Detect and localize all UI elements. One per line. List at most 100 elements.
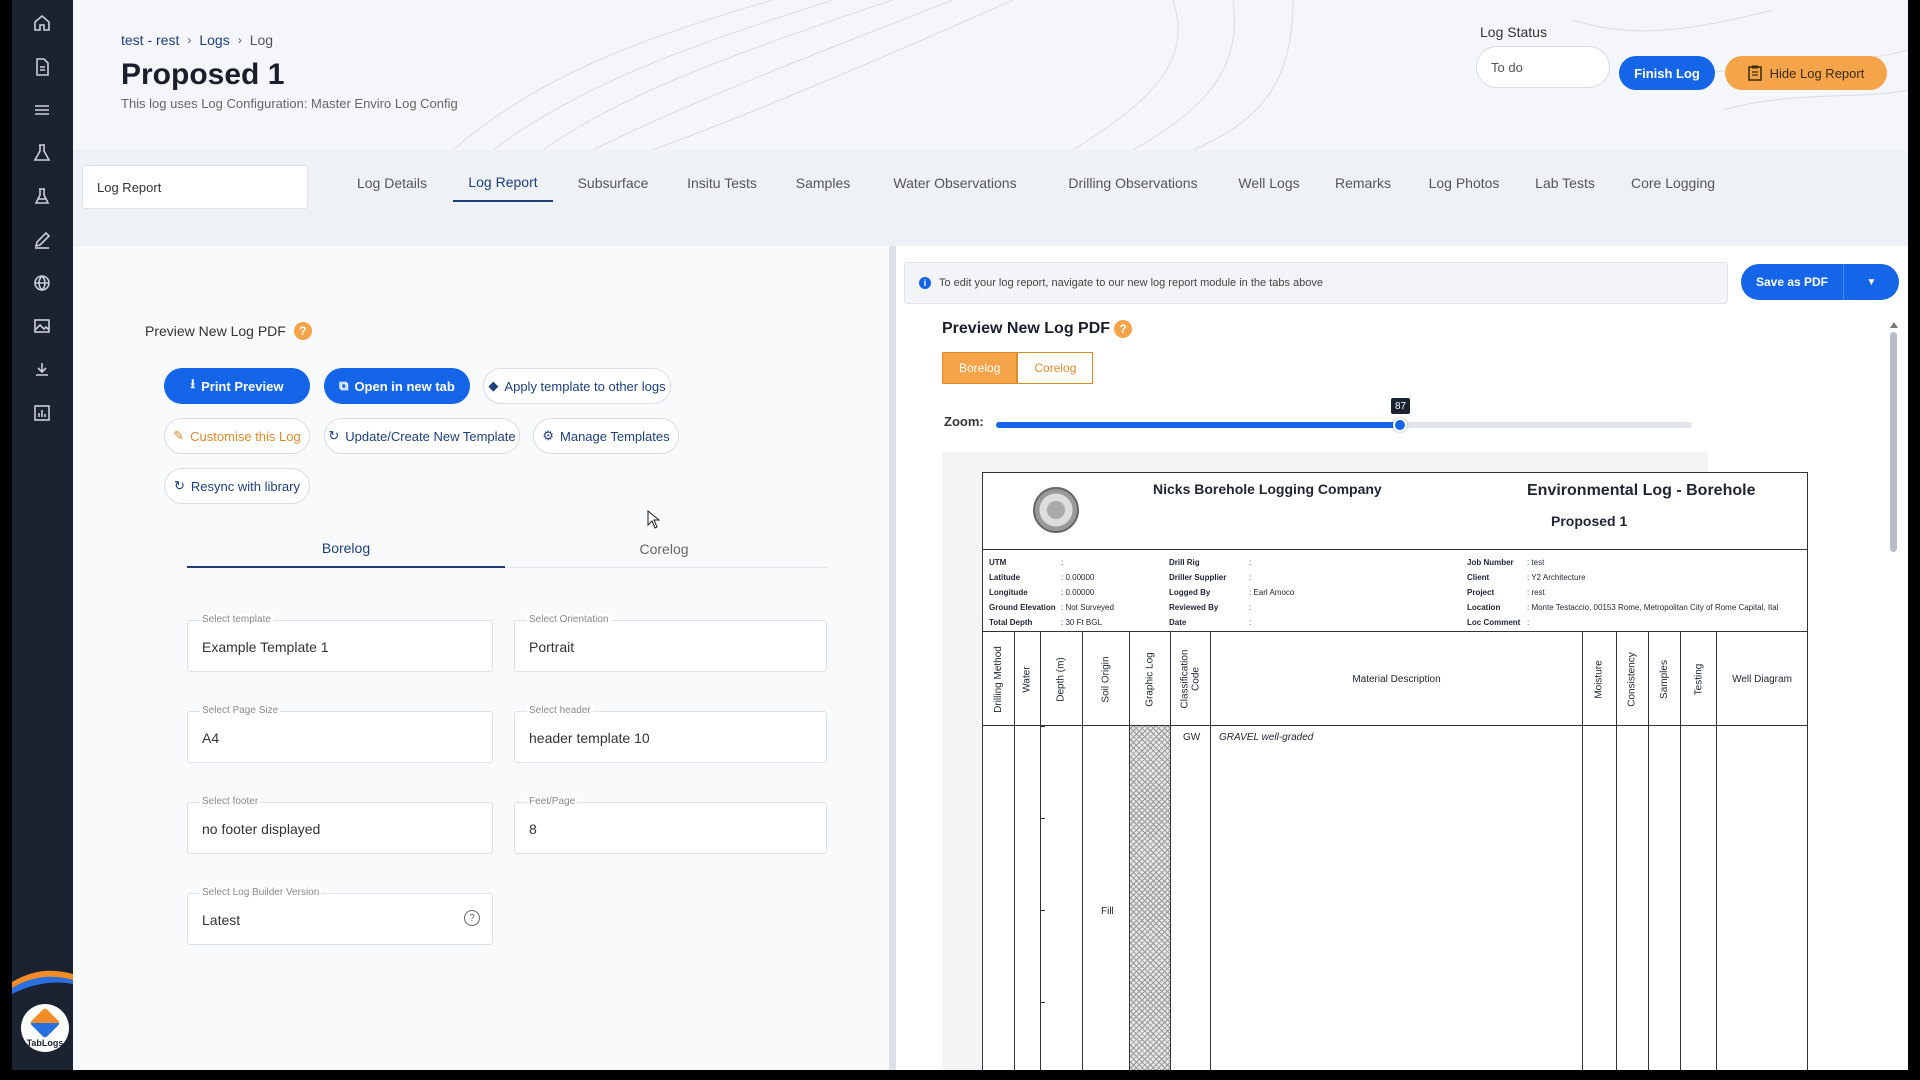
lab-flask-icon[interactable]: [27, 181, 57, 211]
meta-row: UTM:: [989, 558, 1063, 567]
meta-value: : Earl Amoco: [1249, 588, 1295, 597]
select-footer-label: Select footer: [200, 796, 261, 807]
update-template-button[interactable]: ↻ Update/Create New Template: [324, 418, 520, 454]
column-line: [1649, 726, 1681, 1070]
select-footer-value: no footer displayed: [202, 821, 321, 837]
select-orientation-field[interactable]: Select Orientation Portrait: [514, 614, 827, 672]
column-header: Testing: [1681, 632, 1717, 726]
tab-well-logs[interactable]: Well Logs: [1229, 164, 1309, 202]
tab-log-photos[interactable]: Log Photos: [1419, 164, 1509, 202]
tab-lab-tests[interactable]: Lab Tests: [1525, 164, 1605, 202]
edit-icon[interactable]: [27, 225, 57, 255]
print-preview-button[interactable]: ⭳ Print Preview: [164, 368, 310, 404]
page-title: Proposed 1: [121, 58, 285, 91]
finish-log-button[interactable]: Finish Log: [1619, 56, 1715, 90]
meta-key: Longitude: [989, 588, 1028, 597]
column-header-text: Depth (m): [1056, 656, 1068, 702]
column-header-text: Water: [1022, 665, 1033, 693]
open-new-tab-button[interactable]: ⧉ Open in new tab: [324, 368, 470, 404]
toggle-corelog[interactable]: Corelog: [1017, 352, 1094, 384]
log-status-select[interactable]: To do: [1476, 46, 1610, 88]
pencil-icon: ✎: [173, 428, 185, 443]
column-header-text: Classification Code: [1179, 649, 1202, 709]
column-header: Classification Code: [1171, 632, 1211, 726]
select-page-size-field[interactable]: Select Page Size A4: [187, 705, 493, 763]
apply-template-button[interactable]: ◆ Apply template to other logs: [483, 368, 671, 404]
resync-library-label: Resync with library: [190, 478, 300, 494]
tab-remarks[interactable]: Remarks: [1323, 164, 1403, 202]
customise-log-button[interactable]: ✎ Customise this Log: [164, 418, 310, 454]
meta-value: : rest: [1527, 588, 1545, 597]
tab-subsurface[interactable]: Subsurface: [567, 164, 659, 202]
tab-drilling-observations[interactable]: Drilling Observations: [1049, 164, 1217, 202]
document-company: Nicks Borehole Logging Company: [1153, 481, 1382, 497]
select-header-label: Select header: [527, 705, 593, 716]
tab-log-details[interactable]: Log Details: [351, 164, 433, 202]
save-as-pdf-button[interactable]: Save as PDF: [1741, 275, 1843, 289]
toggle-borelog[interactable]: Borelog: [942, 352, 1018, 384]
scroll-up-icon[interactable]: [1890, 322, 1898, 328]
panel-divider[interactable]: [889, 246, 896, 1070]
select-header-field[interactable]: Select header header template 10: [514, 705, 827, 763]
tab-log-report[interactable]: Log Report: [453, 164, 553, 202]
tablogs-logo[interactable]: TabLogs: [21, 1004, 69, 1052]
home-icon[interactable]: [27, 8, 57, 38]
column-line: [1015, 726, 1041, 1070]
image-icon[interactable]: [27, 311, 57, 341]
log-body: GW GRAVEL well-graded Fill: [983, 726, 1807, 1070]
report-settings-panel: Preview New Log PDF ? ⭳ Print Preview ⧉ …: [73, 246, 889, 1070]
flask-icon[interactable]: [27, 138, 57, 168]
column-line: [1130, 726, 1171, 1070]
pdf-canvas[interactable]: Nicks Borehole Logging Company Environme…: [942, 452, 1808, 1070]
report-view-select[interactable]: Log Report: [82, 165, 308, 209]
scrollbar-thumb[interactable]: [1890, 332, 1897, 552]
tab-samples[interactable]: Samples: [785, 164, 861, 202]
download-icon[interactable]: [27, 355, 57, 385]
help-icon[interactable]: ?: [293, 322, 312, 340]
logo-cube-icon: [29, 1007, 61, 1039]
hide-log-report-label: Hide Log Report: [1769, 65, 1865, 81]
preview-title: Preview New Log PDF ?: [942, 320, 1133, 338]
meta-value: :: [1249, 573, 1252, 582]
meta-value: :: [1249, 558, 1252, 567]
download-icon: ⭳: [190, 376, 196, 391]
tab-borelog[interactable]: Borelog: [187, 530, 505, 568]
meta-row: Reviewed By:: [1169, 603, 1251, 612]
menu-icon[interactable]: [27, 95, 57, 125]
zoom-slider-handle[interactable]: [1393, 418, 1407, 432]
column-header: Consistency: [1617, 632, 1649, 726]
info-banner-text: To edit your log report, navigate to our…: [939, 277, 1324, 289]
meta-value: :: [1249, 618, 1252, 627]
document-icon[interactable]: [27, 52, 57, 82]
preview-scrollbar[interactable]: [1890, 322, 1898, 562]
breadcrumb-logs[interactable]: Logs: [199, 32, 229, 48]
manage-templates-button[interactable]: ⚙ Manage Templates: [533, 418, 679, 454]
select-footer-field[interactable]: Select footer no footer displayed: [187, 796, 493, 854]
help-icon[interactable]: ?: [464, 910, 480, 926]
tab-core-logging[interactable]: Core Logging: [1619, 164, 1727, 202]
tab-water-observations[interactable]: Water Observations: [875, 164, 1035, 202]
zoom-slider[interactable]: 87: [996, 398, 1692, 432]
select-builder-version-field[interactable]: Select Log Builder Version Latest ?: [187, 887, 493, 945]
select-template-label: Select template: [200, 614, 273, 625]
chevron-down-icon[interactable]: ▼: [1843, 264, 1899, 300]
meta-row: Longitude: 0.00000: [989, 588, 1094, 597]
meta-key: Logged By: [1169, 588, 1211, 597]
column-header: Soil Origin: [1083, 632, 1130, 726]
log-status-value: To do: [1491, 59, 1523, 75]
feet-per-page-field[interactable]: Feet/Page 8: [514, 796, 827, 854]
meta-value: : 0.00000: [1061, 573, 1095, 582]
meta-row: Project: rest: [1467, 588, 1545, 597]
select-template-field[interactable]: Select template Example Template 1: [187, 614, 493, 672]
hide-log-report-button[interactable]: Hide Log Report: [1725, 56, 1887, 90]
breadcrumb-project[interactable]: test - rest: [121, 32, 179, 48]
resync-library-button[interactable]: ↻ Resync with library: [164, 468, 310, 504]
tab-corelog[interactable]: Corelog: [505, 530, 823, 568]
select-template-value: Example Template 1: [202, 639, 329, 655]
column-header-text: Material Description: [1352, 673, 1441, 685]
globe-icon[interactable]: [27, 268, 57, 298]
chart-icon[interactable]: [27, 398, 57, 428]
help-icon[interactable]: ?: [1114, 320, 1133, 338]
column-header-text: Testing: [1693, 663, 1704, 695]
tab-insitu-tests[interactable]: Insitu Tests: [673, 164, 771, 202]
